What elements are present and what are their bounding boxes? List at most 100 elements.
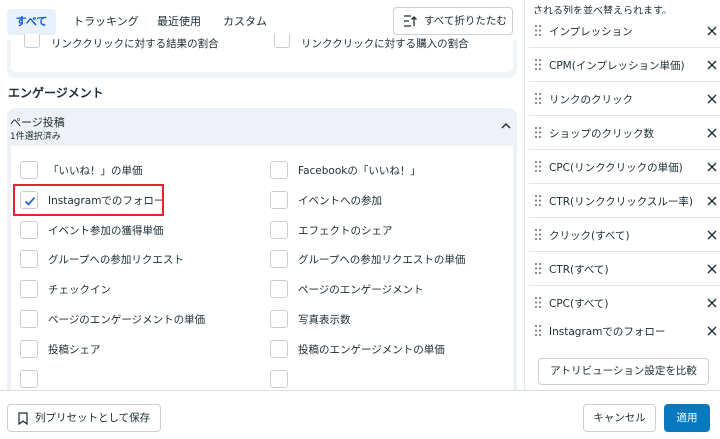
option-cost-per-page-engagement[interactable]: ページのエンゲージメントの単価 <box>20 310 250 332</box>
checkbox[interactable] <box>270 370 288 388</box>
close-icon[interactable] <box>707 326 717 336</box>
option-label: 投稿シェア <box>48 344 101 356</box>
checkmark-icon <box>24 196 36 206</box>
drag-handle-icon[interactable] <box>534 160 542 173</box>
option-cost-per-post-engagement[interactable]: 投稿のエンゲージメントの単価 <box>270 340 500 362</box>
selected-column-item[interactable]: CPM(インプレッション単価) <box>529 48 720 82</box>
checkbox[interactable] <box>20 221 38 239</box>
close-icon[interactable] <box>707 196 717 206</box>
checkbox[interactable] <box>270 250 288 268</box>
column-name: CPM(インプレッション単価) <box>549 60 685 72</box>
selected-column-item[interactable]: CTR(リンククリックスルー率) <box>529 184 720 218</box>
group-selected-count: 1件選択済み <box>10 132 61 142</box>
selected-column-item[interactable]: ショップのクリック数 <box>529 116 720 150</box>
checkbox[interactable] <box>274 34 290 48</box>
checkbox[interactable] <box>20 310 38 328</box>
checkbox[interactable] <box>270 340 288 358</box>
tab-tracking[interactable]: トラッキング <box>73 10 139 34</box>
checkbox[interactable] <box>24 34 40 48</box>
option-label: Facebookの「いいね！」 <box>298 165 421 177</box>
checkbox[interactable] <box>20 250 38 268</box>
column-name: ショップのクリック数 <box>549 128 654 140</box>
selected-column-item[interactable]: CTR(すべて) <box>529 252 720 286</box>
previous-metric-group: リンククリックに対する結果の割合 リンククリックに対する購入の割合 <box>7 34 517 78</box>
close-icon[interactable] <box>707 162 717 172</box>
option-label: ページのエンゲージメントの単価 <box>48 314 206 326</box>
option-instagram-follows[interactable]: Instagramでのフォロー <box>20 191 250 213</box>
compare-attribution-settings-button[interactable]: アトリビューション設定を比較 <box>538 358 709 385</box>
metric-group-page-posts: ページ投稿 1件選択済み 「いいね！」の単価 Facebookの「いいね！」 I… <box>7 108 517 390</box>
pane-divider <box>524 0 525 390</box>
drag-handle-icon[interactable] <box>534 324 542 337</box>
option-cut-off[interactable] <box>20 370 250 390</box>
dialog-footer: 列プリセットとして保存 キャンセル 適用 <box>0 390 720 439</box>
option-event-responses[interactable]: イベントへの参加 <box>270 191 500 213</box>
tab-custom[interactable]: カスタム <box>223 10 267 34</box>
close-icon[interactable] <box>707 26 717 36</box>
previous-group-options: リンククリックに対する結果の割合 リンククリックに対する購入の割合 <box>11 34 513 72</box>
checkbox[interactable] <box>270 161 288 179</box>
option-facebook-likes[interactable]: Facebookの「いいね！」 <box>270 161 500 183</box>
option-checkins[interactable]: チェックイン <box>20 280 250 302</box>
selected-columns-pane: される列を並べ替えられます。 インプレッション CPM(インプレッション単価) … <box>524 0 720 390</box>
tab-all[interactable]: すべて <box>7 9 56 35</box>
checkbox[interactable] <box>20 161 38 179</box>
selected-column-item[interactable]: CPC(リンククリックの単価) <box>529 150 720 184</box>
drag-handle-icon[interactable] <box>534 24 542 37</box>
close-icon[interactable] <box>707 298 717 308</box>
close-icon[interactable] <box>707 60 717 70</box>
column-name: CTR(すべて) <box>549 264 609 276</box>
column-name: クリック(すべて) <box>549 230 630 242</box>
checkbox[interactable] <box>270 310 288 328</box>
checkbox-checked[interactable] <box>20 191 38 209</box>
close-icon[interactable] <box>707 230 717 240</box>
checkbox[interactable] <box>270 221 288 239</box>
column-name: CTR(リンククリックスルー率) <box>549 196 693 208</box>
save-as-column-preset-button[interactable]: 列プリセットとして保存 <box>7 404 161 432</box>
group-title[interactable]: ページ投稿 <box>10 114 65 130</box>
drag-handle-icon[interactable] <box>534 194 542 207</box>
selected-column-item[interactable]: Instagramでのフォロー <box>529 314 720 348</box>
chevron-up-icon[interactable] <box>500 121 512 131</box>
close-icon[interactable] <box>707 128 717 138</box>
selected-column-item[interactable]: インプレッション <box>529 14 720 48</box>
option-cost-per-group-join-request[interactable]: グループへの参加リクエストの単価 <box>270 250 500 272</box>
selected-column-item[interactable]: リンクのクリック <box>529 82 720 116</box>
option-cut-off[interactable] <box>270 370 500 390</box>
drag-handle-icon[interactable] <box>534 228 542 241</box>
checkbox[interactable] <box>270 191 288 209</box>
drag-handle-icon[interactable] <box>534 92 542 105</box>
column-name: CPC(リンククリックの単価) <box>549 162 683 174</box>
checkbox[interactable] <box>270 280 288 298</box>
option-label: グループへの参加リクエスト <box>48 254 184 266</box>
option-label: イベント参加の獲得単価 <box>48 225 164 237</box>
section-title-engagement: エンゲージメント <box>8 86 104 100</box>
option-post-shares[interactable]: 投稿シェア <box>20 340 250 362</box>
tab-recently-used[interactable]: 最近使用 <box>157 10 201 34</box>
cancel-button[interactable]: キャンセル <box>583 404 656 432</box>
checkbox[interactable] <box>20 370 38 388</box>
selected-column-item[interactable]: クリック(すべて) <box>529 218 720 252</box>
option-page-engagement[interactable]: ページのエンゲージメント <box>270 280 500 302</box>
drag-handle-icon[interactable] <box>534 296 542 309</box>
column-name: Instagramでのフォロー <box>549 326 666 338</box>
option-label: 投稿のエンゲージメントの単価 <box>298 344 445 356</box>
apply-button[interactable]: 適用 <box>664 404 710 432</box>
checkbox[interactable] <box>20 340 38 358</box>
collapse-all-label: すべて折りたたむ <box>424 15 507 27</box>
option-photo-views[interactable]: 写真表示数 <box>270 310 500 332</box>
close-icon[interactable] <box>707 94 717 104</box>
drag-handle-icon[interactable] <box>534 126 542 139</box>
option-cost-per-event-response[interactable]: イベント参加の獲得単価 <box>20 221 250 243</box>
option-label: 写真表示数 <box>298 314 351 326</box>
option-cost-per-like[interactable]: 「いいね！」の単価 <box>20 161 250 183</box>
column-name: CPC(すべて) <box>549 298 609 310</box>
drag-handle-icon[interactable] <box>534 262 542 275</box>
close-icon[interactable] <box>707 264 717 274</box>
option-group-join-requests[interactable]: グループへの参加リクエスト <box>20 250 250 272</box>
collapse-all-button[interactable]: すべて折りたたむ <box>393 7 513 35</box>
checkbox[interactable] <box>20 280 38 298</box>
option-effect-shares[interactable]: エフェクトのシェア <box>270 221 500 243</box>
drag-handle-icon[interactable] <box>534 58 542 71</box>
option-label: エフェクトのシェア <box>298 225 393 237</box>
